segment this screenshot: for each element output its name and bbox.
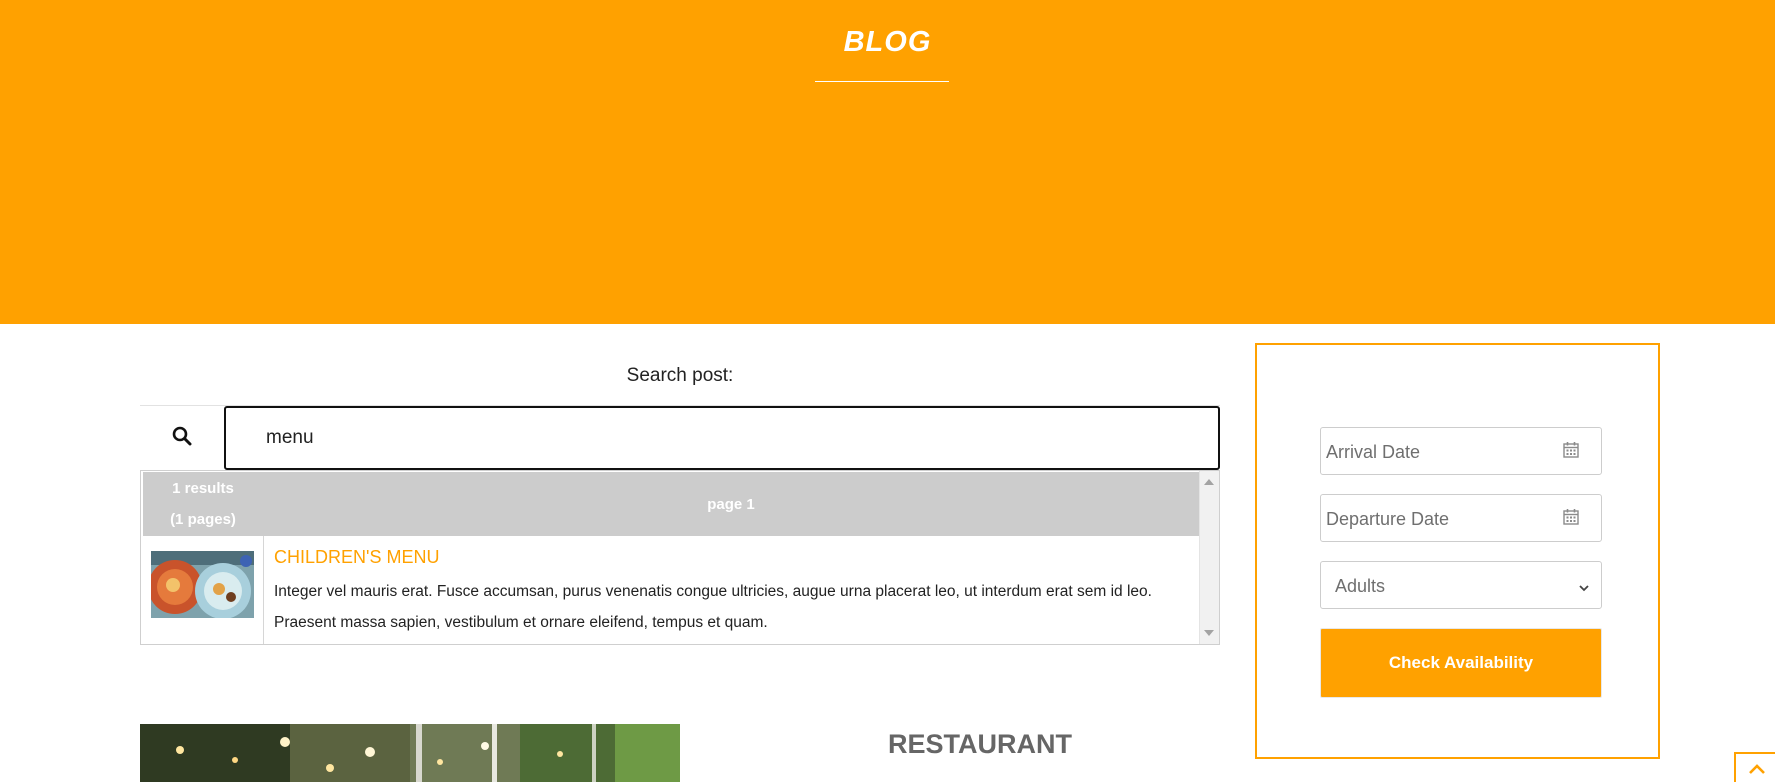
search-bar — [140, 405, 1220, 471]
results-count: 1 results — [172, 480, 234, 497]
arrival-date-placeholder: Arrival Date — [1326, 442, 1421, 462]
back-to-top-button[interactable] — [1734, 752, 1775, 782]
section-heading: RESTAURANT — [888, 729, 1072, 759]
result-item[interactable]: CHILDREN'S MENU Integer vel mauris erat.… — [143, 536, 1199, 644]
search-button[interactable] — [140, 406, 224, 471]
results-header: 1 results (1 pages) page 1 — [143, 472, 1199, 536]
results-scrollbar[interactable] — [1199, 471, 1219, 644]
arrival-date-field[interactable]: Arrival Date — [1320, 427, 1602, 475]
calendar-icon[interactable] — [1563, 508, 1579, 530]
scroll-down-icon[interactable] — [1204, 630, 1214, 636]
chevron-down-icon — [1578, 578, 1590, 599]
search-results-panel: 1 results (1 pages) page 1 CHILDREN'S ME… — [140, 470, 1220, 645]
departure-date-placeholder: Departure Date — [1326, 509, 1450, 529]
calendar-icon[interactable] — [1563, 441, 1579, 463]
adults-select[interactable]: Adults — [1320, 561, 1602, 609]
result-title-link[interactable]: CHILDREN'S MENU — [274, 547, 439, 568]
booking-widget: Arrival Date Departure Date Adults Check… — [1255, 343, 1660, 759]
page-title: BLOG — [843, 26, 932, 58]
results-page-label: page 1 — [707, 495, 755, 513]
scroll-up-icon[interactable] — [1204, 479, 1214, 485]
search-icon — [172, 426, 192, 451]
results-pages: (1 pages) — [170, 511, 236, 528]
adults-selected-value: Adults — [1335, 576, 1386, 596]
departure-date-field[interactable]: Departure Date — [1320, 494, 1602, 542]
page-header-banner: BLOG — [0, 0, 1775, 324]
result-thumbnail[interactable] — [151, 551, 254, 618]
title-underline — [815, 81, 949, 82]
restaurant-image — [140, 724, 680, 782]
search-input[interactable] — [224, 406, 1220, 470]
search-label: Search post: — [626, 365, 734, 386]
check-availability-button[interactable]: Check Availability — [1320, 628, 1602, 698]
result-excerpt: Integer vel mauris erat. Fusce accumsan,… — [274, 583, 1152, 631]
